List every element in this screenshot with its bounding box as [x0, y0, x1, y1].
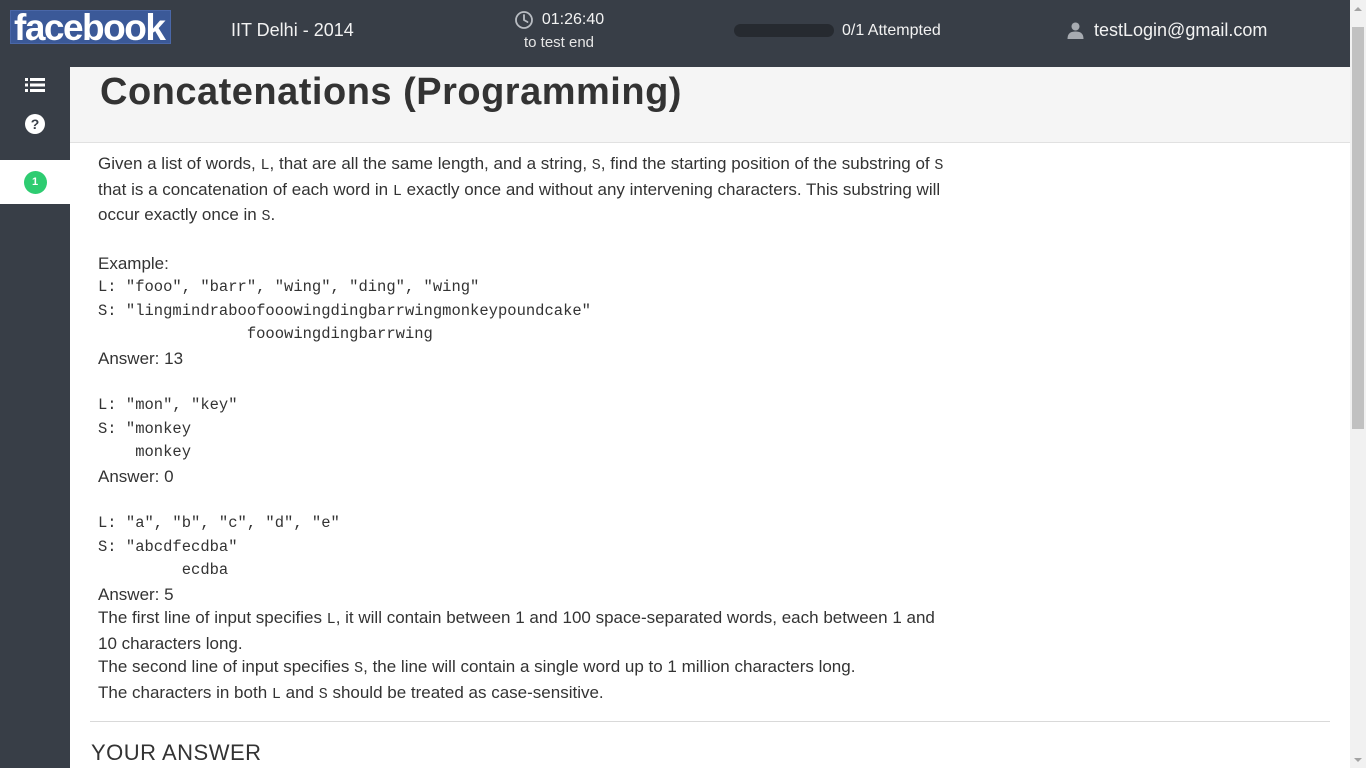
- text-segment: and: [280, 683, 319, 703]
- text-segment: The characters in both: [98, 683, 272, 703]
- example-1-answer: Answer: 13: [98, 348, 184, 368]
- list-icon: [25, 78, 45, 92]
- example-1-s: S: "lingmindraboofooowingdingbarrwingmon…: [98, 301, 591, 320]
- input-spec-line-1: The first line of input specifies L, it …: [98, 606, 948, 655]
- example-3-match: ecdba: [98, 561, 229, 580]
- variable-name: S: [354, 660, 364, 678]
- facebook-logo: facebook: [10, 7, 171, 48]
- variable-name: L: [260, 157, 270, 174]
- example-label: Example:: [98, 254, 169, 274]
- question-body: Given a list of words, L, that are all t…: [98, 152, 948, 707]
- section-divider: [90, 721, 1330, 722]
- text-segment: , find the starting position of the subs…: [600, 154, 935, 173]
- text-segment: .: [270, 205, 276, 225]
- question-number-badge: 1: [23, 170, 47, 194]
- question-title: Concatenations (Programming): [100, 71, 682, 113]
- variable-name: S: [591, 157, 601, 174]
- example-2-s: S: "monkey: [98, 419, 192, 438]
- timer-caption: to test end: [523, 34, 595, 51]
- problem-statement: Given a list of words, L, that are all t…: [98, 152, 948, 229]
- input-spec-line-3: The characters in both L and S should be…: [98, 681, 948, 707]
- text-segment: should be treated as case-sensitive.: [327, 683, 604, 703]
- timer: 01:26:40 to test end: [500, 10, 618, 51]
- question-list-button[interactable]: [0, 67, 70, 103]
- variable-name: S: [318, 686, 328, 704]
- text-segment: , the line will contain a single word up…: [363, 657, 856, 677]
- text-segment: The second line of input specifies: [98, 657, 355, 677]
- example-1-l: L: "fooo", "barr", "wing", "ding", "wing…: [98, 277, 480, 296]
- text-segment: , that are all the same length, and a st…: [269, 154, 592, 173]
- scroll-thumb[interactable]: [1352, 27, 1364, 429]
- attempted-count: 0/1 Attempted: [842, 22, 941, 39]
- timer-value: 01:26:40: [541, 11, 605, 28]
- page-scrollbar[interactable]: [1350, 0, 1366, 768]
- example-1-match: fooowingdingbarrwing: [98, 325, 433, 344]
- example-3-l: L: "a", "b", "c", "d", "e": [98, 513, 340, 532]
- example-2-answer: Answer: 0: [98, 466, 174, 486]
- example-3-s: S: "abcdfecdba": [98, 537, 238, 556]
- clock-icon: [514, 11, 533, 29]
- question-nav-item-1[interactable]: 1: [0, 160, 70, 204]
- variable-name: L: [271, 686, 281, 704]
- attempt-progress-bar: [734, 24, 834, 37]
- variable-name: S: [934, 157, 944, 174]
- logo-text: facebook: [14, 7, 166, 48]
- text-segment: Given a list of words,: [98, 154, 261, 173]
- test-name: IIT Delhi - 2014: [231, 20, 354, 40]
- scroll-up-arrow[interactable]: [1350, 0, 1366, 17]
- help-button[interactable]: ?: [0, 106, 70, 142]
- user-account[interactable]: testLogin@gmail.com: [1066, 20, 1267, 41]
- question-header: Concatenations (Programming): [70, 67, 1350, 143]
- example-2-l: L: "mon", "key": [98, 395, 238, 414]
- text-segment: The first line of input specifies: [98, 608, 327, 628]
- example-3-answer: Answer: 5: [98, 584, 174, 604]
- help-icon: ?: [25, 114, 45, 134]
- scroll-down-arrow[interactable]: [1350, 751, 1366, 768]
- variable-name: L: [392, 182, 402, 200]
- input-spec-line-2: The second line of input specifies S, th…: [98, 655, 948, 681]
- text-segment: that is a concatenation of each word in: [98, 179, 393, 199]
- your-answer-heading: YOUR ANSWER: [91, 740, 262, 765]
- top-bar: facebook IIT Delhi - 2014 01:26:40 to te…: [0, 0, 1366, 67]
- variable-name: L: [326, 611, 336, 629]
- sidebar: ? 1: [0, 67, 70, 768]
- example-2-match: monkey: [98, 443, 192, 462]
- user-icon: [1067, 22, 1084, 39]
- user-email: testLogin@gmail.com: [1094, 20, 1268, 40]
